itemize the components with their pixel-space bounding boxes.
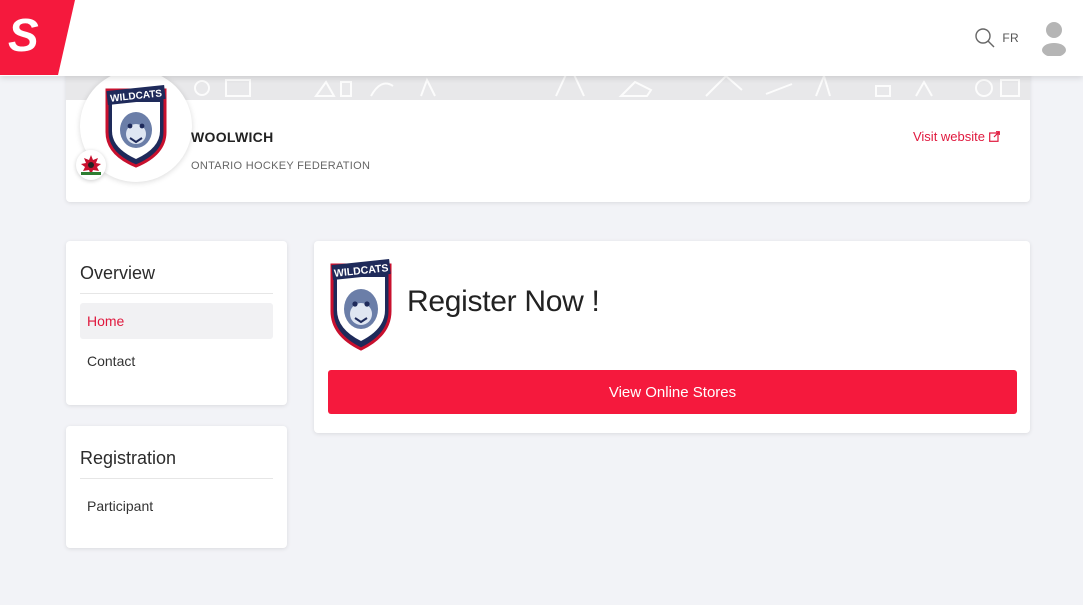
sidebar-registration-card: Registration Participant <box>66 426 287 548</box>
spordle-logo-icon[interactable]: S <box>0 0 75 75</box>
search-icon[interactable] <box>974 27 996 49</box>
register-card: WILDCATS Register Now ! View Online Stor… <box>314 241 1030 433</box>
sidebar-item-home[interactable]: Home <box>80 303 273 339</box>
language-toggle[interactable]: FR <box>1002 31 1019 45</box>
external-link-icon <box>989 131 1000 142</box>
sidebar-item-contact[interactable]: Contact <box>80 343 273 379</box>
wildcats-crest-icon: WILDCATS <box>105 85 167 168</box>
organization-federation: ONTARIO HOCKEY FEDERATION <box>191 160 371 172</box>
top-actions: FR <box>974 0 1069 76</box>
sidebar-item-participant[interactable]: Participant <box>80 488 273 524</box>
wildcats-crest-icon: WILDCATS <box>330 259 392 351</box>
sidebar-overview-card: Overview Home Contact <box>66 241 287 405</box>
register-title: Register Now ! <box>407 285 600 318</box>
organization-header-card: WILDCATS WOOLWICH ONTARIO HOCKEY FEDERAT… <box>66 60 1030 202</box>
sidebar-registration-title: Registration <box>80 426 273 479</box>
organization-name: WOOLWICH <box>191 129 274 145</box>
visit-website-link[interactable]: Visit website <box>913 129 1000 144</box>
sidebar-overview-title: Overview <box>80 241 273 294</box>
svg-text:S: S <box>8 9 39 61</box>
view-online-stores-button[interactable]: View Online Stores <box>328 370 1017 414</box>
visit-website-label: Visit website <box>912 129 985 144</box>
hockey-canada-badge-icon <box>76 150 106 180</box>
top-navigation-bar: S FR <box>0 0 1083 76</box>
user-avatar-icon[interactable] <box>1039 20 1069 56</box>
